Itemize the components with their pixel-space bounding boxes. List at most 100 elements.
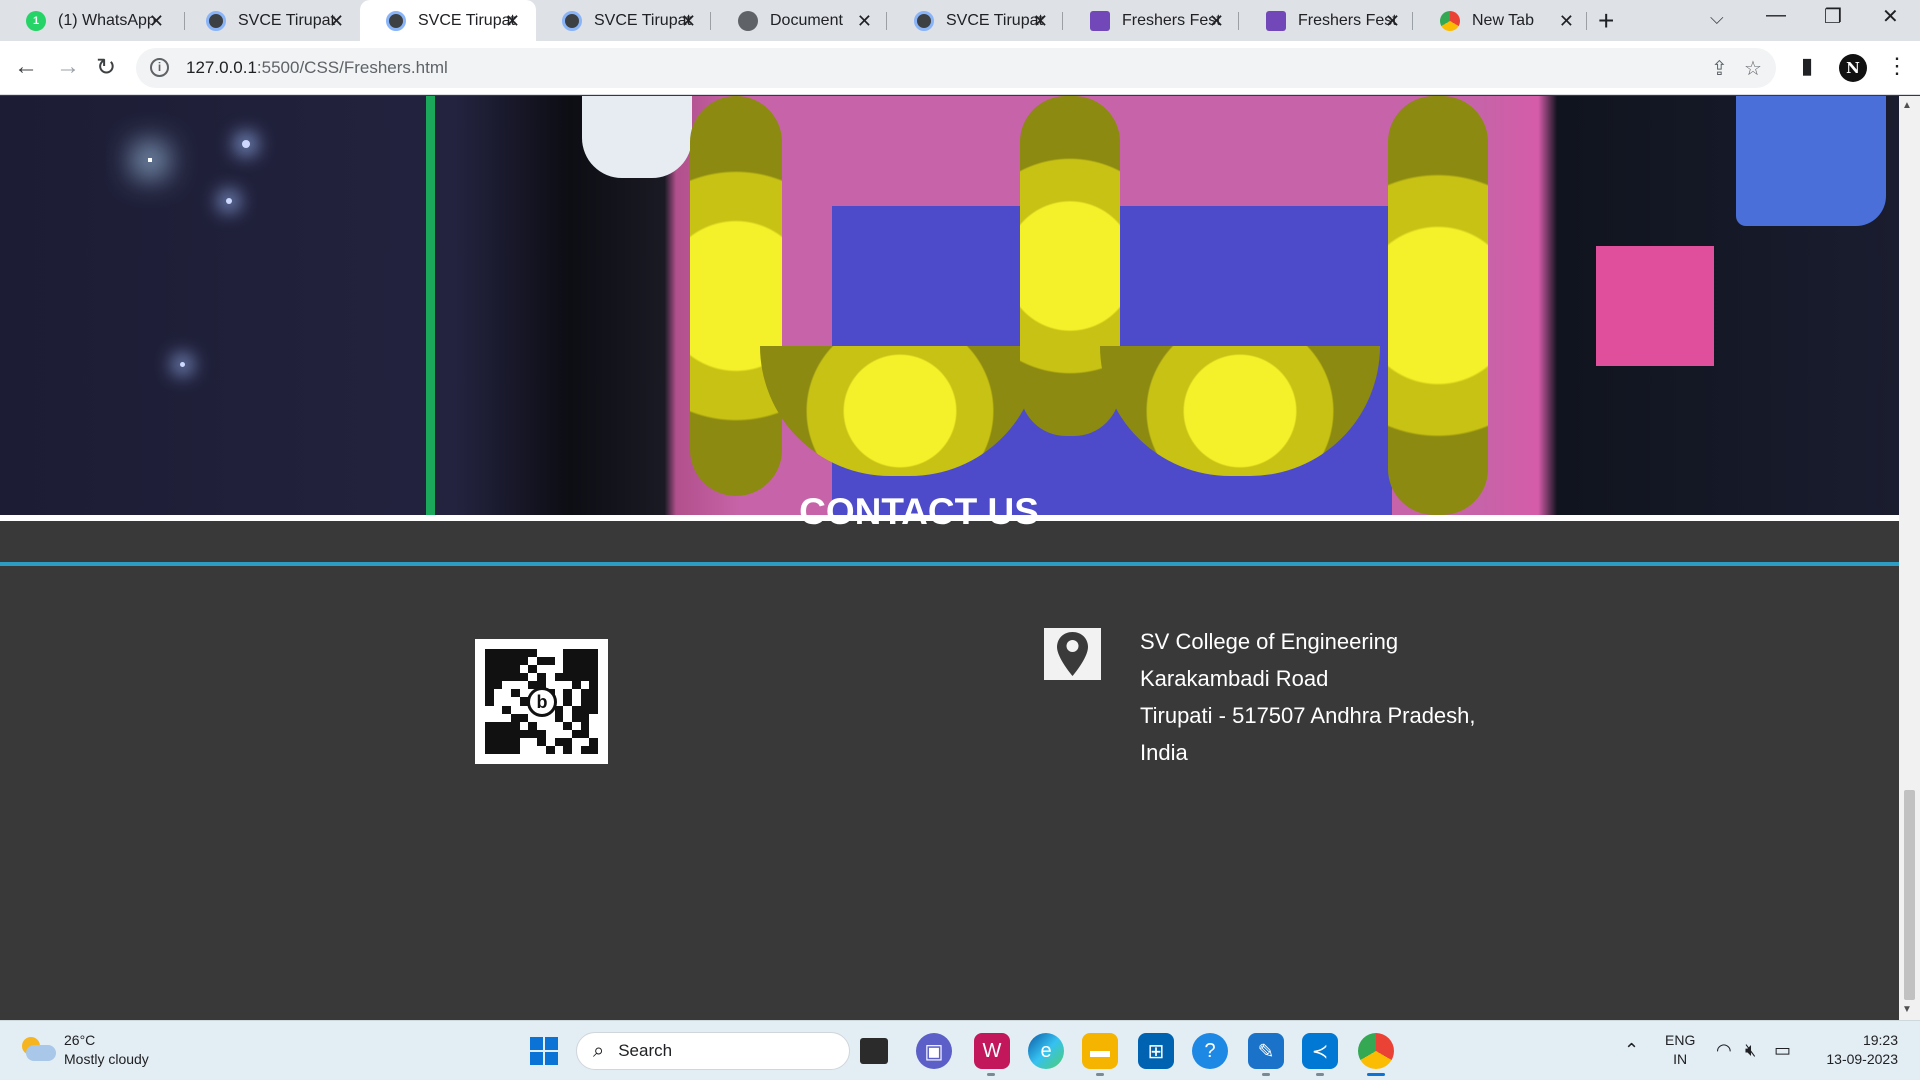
close-icon[interactable]: ✕ <box>149 11 164 32</box>
close-icon[interactable]: ✕ <box>1559 11 1574 32</box>
share-icon[interactable]: ⇪ <box>1711 56 1728 81</box>
stage-pink-block <box>1596 246 1714 366</box>
clock[interactable]: 19:23 13-09-2023 <box>1818 1031 1898 1069</box>
globe-icon <box>738 10 758 31</box>
close-icon[interactable]: ✕ <box>329 11 344 32</box>
address-line: India <box>1140 740 1188 765</box>
tab-svce-1[interactable]: SVCE Tirupati ✕ <box>180 0 360 41</box>
running-indicator <box>987 1073 995 1076</box>
back-arrow-icon[interactable]: ← <box>14 53 38 81</box>
battery-icon[interactable]: ▭ <box>1774 1040 1791 1061</box>
get-help-icon[interactable]: ? <box>1192 1033 1228 1069</box>
teams-chat-icon[interactable]: ▣ <box>916 1033 952 1069</box>
scroll-up-arrow-icon[interactable]: ▲ <box>1902 100 1912 111</box>
search-label: Search <box>618 1041 673 1060</box>
location-pin-icon <box>1044 628 1101 680</box>
volume-muted-icon[interactable]: 🔇︎ <box>1745 1040 1756 1061</box>
address-bar[interactable]: i 127.0.0.1:5500/CSS/Freshers.html ⇪ ☆ <box>136 48 1776 88</box>
new-tab-button[interactable]: + <box>1598 5 1614 37</box>
forward-arrow-icon[interactable]: → <box>56 53 80 81</box>
weather-widget[interactable]: 26°C Mostly cloudy <box>20 1031 149 1069</box>
tab-label: Freshers Fest I <box>1122 11 1220 29</box>
google-forms-icon <box>1090 10 1110 31</box>
menu-dots-icon[interactable]: ⋮ <box>1886 53 1908 79</box>
address-block: SV College of Engineering Karakambadi Ro… <box>1140 623 1476 771</box>
window-close-button[interactable]: ✕ <box>1882 4 1899 29</box>
input-language[interactable]: ENG IN <box>1665 1031 1695 1069</box>
contact-title: CONTACT US <box>799 491 1039 532</box>
stage-light <box>242 140 250 148</box>
tab-label: Freshers Fest I <box>1298 11 1396 29</box>
profile-avatar[interactable]: N <box>1839 54 1867 82</box>
minimize-button[interactable]: — <box>1766 4 1786 27</box>
close-icon[interactable]: ✕ <box>1385 11 1400 32</box>
restore-button[interactable]: ❐ <box>1824 4 1842 29</box>
close-icon[interactable]: ✕ <box>857 11 872 32</box>
partly-cloudy-icon <box>20 1037 56 1063</box>
address-line: Karakambadi Road <box>1140 666 1329 691</box>
edge-browser-icon[interactable]: e <box>1028 1033 1064 1069</box>
vscode-icon[interactable]: ≺ <box>1302 1033 1338 1069</box>
tab-separator <box>1238 12 1239 30</box>
tab-strip: 1 (1) WhatsApp ✕ SVCE Tirupati ✕ SVCE Ti… <box>0 0 1920 41</box>
web-page: CONTACT US b SV College of Engineering K… <box>0 96 1899 1020</box>
tab-label: (1) WhatsApp <box>58 11 156 29</box>
running-indicator <box>1316 1073 1324 1076</box>
close-icon[interactable]: ✕ <box>505 11 520 32</box>
tab-svce-active[interactable]: SVCE Tirupati ✕ <box>360 0 536 41</box>
side-panel-icon[interactable]: ▮ <box>1801 53 1813 79</box>
tab-freshers-2[interactable]: Freshers Fest I ✕ <box>1240 0 1416 41</box>
close-icon[interactable]: ✕ <box>1209 11 1224 32</box>
browser-toolbar: ← → ↻ i 127.0.0.1:5500/CSS/Freshers.html… <box>0 41 1920 95</box>
contact-divider <box>0 562 1899 566</box>
tab-separator <box>1062 12 1063 30</box>
taskbar-search[interactable]: ⌕ Search <box>576 1032 850 1070</box>
tab-document[interactable]: Document ✕ <box>712 0 888 41</box>
tab-whatsapp[interactable]: 1 (1) WhatsApp ✕ <box>0 0 180 41</box>
wps-office-icon[interactable]: W <box>974 1033 1010 1069</box>
close-icon[interactable]: ✕ <box>1033 11 1048 32</box>
hero-image <box>0 96 1899 515</box>
tab-label: New Tab <box>1472 11 1534 29</box>
tab-new-tab[interactable]: New Tab ✕ <box>1414 0 1590 41</box>
url-path: :5500/CSS/Freshers.html <box>256 58 448 77</box>
garland-right <box>1388 96 1488 515</box>
windows-start-icon[interactable] <box>526 1033 562 1069</box>
clock-date: 13-09-2023 <box>1826 1051 1898 1067</box>
stage-blue-block <box>1736 96 1886 226</box>
svce-icon <box>386 10 406 31</box>
close-icon[interactable]: ✕ <box>681 11 696 32</box>
person-sleeve <box>582 96 692 178</box>
bookmark-star-icon[interactable]: ☆ <box>1744 56 1762 81</box>
weather-desc: Mostly cloudy <box>64 1051 149 1067</box>
scroll-down-arrow-icon[interactable]: ▼ <box>1902 1004 1912 1015</box>
microsoft-store-icon[interactable]: ⊞ <box>1138 1033 1174 1069</box>
url-host: 127.0.0.1 <box>186 58 257 77</box>
svce-icon <box>562 10 582 31</box>
tab-svce-5[interactable]: SVCE Tirupati ✕ <box>888 0 1064 41</box>
task-view-icon[interactable] <box>860 1038 888 1064</box>
tab-label: SVCE Tirupati <box>418 11 516 29</box>
tab-freshers-1[interactable]: Freshers Fest I ✕ <box>1064 0 1240 41</box>
weather-temp: 26°C <box>64 1032 96 1048</box>
chrome-taskbar-icon[interactable] <box>1358 1033 1394 1069</box>
tab-search-chevron-icon[interactable]: ⌵ <box>1710 8 1724 29</box>
quick-assist-icon[interactable]: ✎ <box>1248 1033 1284 1069</box>
qr-code[interactable]: b <box>475 639 608 764</box>
wifi-icon[interactable]: ◠ <box>1716 1040 1732 1061</box>
stage-green-stripe <box>426 96 435 515</box>
site-info-icon[interactable]: i <box>150 58 169 77</box>
address-line: SV College of Engineering <box>1140 629 1399 654</box>
tab-label: SVCE Tirupati <box>946 11 1044 29</box>
file-explorer-icon[interactable]: ▬ <box>1082 1033 1118 1069</box>
show-hidden-icons-chevron-icon[interactable]: ⌃ <box>1624 1040 1639 1061</box>
stage-light <box>180 362 185 367</box>
svce-icon <box>206 10 226 31</box>
google-forms-icon <box>1266 10 1286 31</box>
region-code: IN <box>1673 1051 1688 1067</box>
reload-icon[interactable]: ↻ <box>96 53 116 82</box>
tab-separator <box>1412 12 1413 30</box>
stage-light-flare <box>148 158 152 162</box>
scrollbar-thumb[interactable] <box>1904 790 1915 1000</box>
tab-svce-3[interactable]: SVCE Tirupati ✕ <box>536 0 712 41</box>
